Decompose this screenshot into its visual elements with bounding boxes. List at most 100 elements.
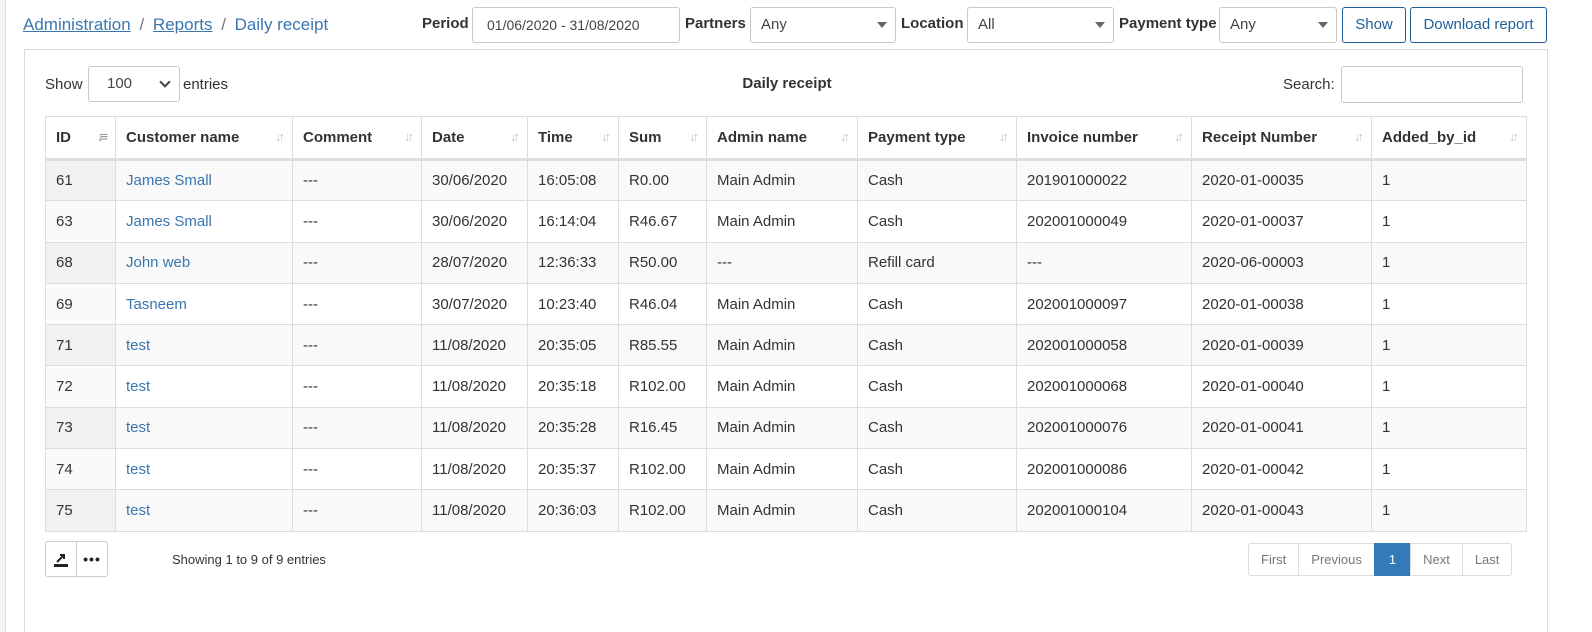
customer-name-link[interactable]: test [126,502,150,519]
column-header-admin-name[interactable]: Admin name ↓↑ [706,116,858,161]
download-report-button[interactable]: Download report [1410,7,1547,43]
cell-id: 71 [45,324,116,367]
pagination-last-button[interactable]: Last [1461,543,1513,576]
cell-receipt: 2020-01-00043 [1191,489,1372,532]
left-edge-strip [0,0,6,632]
customer-name-link[interactable]: Tasneem [126,296,187,313]
more-options-button[interactable]: ••• [76,541,108,577]
pagination-previous-button[interactable]: Previous [1298,543,1375,576]
column-header-id[interactable]: ID ↓≡ [45,116,116,161]
caret-down-icon [1095,22,1105,28]
cell-added-by: 1 [1371,282,1527,326]
cell-added-by: 1 [1371,406,1527,450]
cell-time: 20:35:37 [527,448,619,491]
column-header-receipt-number[interactable]: Receipt Number ↓↑ [1191,116,1372,161]
sort-icon: ↓↑ [510,129,520,144]
column-header-comment[interactable]: Comment ↓↑ [292,116,422,161]
cell-customer: test [115,406,293,450]
cell-admin: Main Admin [706,158,858,202]
table-row: 74 test --- 11/08/2020 20:35:37 R102.00 Main A… [45,448,1527,491]
export-icon [54,554,68,568]
location-select[interactable]: All [967,7,1114,43]
pagination: First Previous 1 Next Last [1248,543,1513,577]
column-header-date[interactable]: Date ↓↑ [421,116,528,161]
cell-date: 30/06/2020 [421,200,528,243]
export-button[interactable] [45,541,77,577]
column-header-label: Customer name [126,129,240,146]
cell-sum: R102.00 [618,448,707,491]
cell-invoice: 201901000022 [1016,158,1192,202]
search-input[interactable] [1341,66,1523,103]
column-header-invoice-number[interactable]: Invoice number ↓↑ [1016,116,1192,161]
period-input[interactable]: 01/06/2020 - 31/08/2020 [472,7,680,43]
breadcrumb-administration-link[interactable]: Administration [23,15,131,34]
customer-name-link[interactable]: James Small [126,172,212,189]
cell-comment: --- [292,365,422,408]
cell-comment: --- [292,282,422,326]
location-select-value: All [978,16,995,33]
cell-payment: Cash [857,489,1017,532]
column-header-customer-name[interactable]: Customer name ↓↑ [115,116,293,161]
column-header-label: Admin name [717,129,808,146]
partners-select[interactable]: Any [750,7,896,43]
payment-type-label: Payment type [1119,15,1217,32]
cell-invoice: 202001000068 [1016,365,1192,408]
cell-time: 16:14:04 [527,200,619,243]
cell-comment: --- [292,324,422,367]
cell-admin: Main Admin [706,489,858,532]
pagination-next-button[interactable]: Next [1410,543,1463,576]
cell-id: 61 [45,158,116,202]
cell-customer: Tasneem [115,282,293,326]
cell-invoice: --- [1016,241,1192,284]
cell-customer: James Small [115,158,293,202]
cell-receipt: 2020-01-00040 [1191,365,1372,408]
cell-receipt: 2020-01-00037 [1191,200,1372,243]
cell-invoice: 202001000097 [1016,282,1192,326]
cell-date: 11/08/2020 [421,448,528,491]
sort-icon: ↓↑ [275,129,285,144]
cell-customer: test [115,489,293,532]
cell-id: 75 [45,489,116,532]
customer-name-link[interactable]: test [126,378,150,395]
cell-invoice: 202001000058 [1016,324,1192,367]
pagination-1-page[interactable]: 1 [1373,543,1412,576]
cell-id: 69 [45,282,116,326]
breadcrumb-current: Daily receipt [234,15,329,34]
column-header-payment-type[interactable]: Payment type ↓↑ [857,116,1017,161]
customer-name-link[interactable]: test [126,337,150,354]
cell-time: 10:23:40 [527,282,619,326]
cell-comment: --- [292,448,422,491]
table-row: 75 test --- 11/08/2020 20:36:03 R102.00 Main A… [45,489,1527,532]
customer-name-link[interactable]: test [126,419,150,436]
table-row: 71 test --- 11/08/2020 20:35:05 R85.55 Main Ad… [45,324,1527,367]
cell-date: 30/06/2020 [421,158,528,202]
cell-id: 73 [45,406,116,450]
payment-type-select[interactable]: Any [1219,7,1337,43]
column-header-added-by-id[interactable]: Added_by_id ↓↑ [1371,116,1527,161]
customer-name-link[interactable]: John web [126,254,190,271]
column-header-label: Comment [303,129,373,146]
cell-time: 20:35:05 [527,324,619,367]
column-header-sum[interactable]: Sum ↓↑ [618,116,707,161]
breadcrumb-reports-link[interactable]: Reports [153,15,213,34]
cell-payment: Cash [857,200,1017,243]
cell-customer: John web [115,241,293,284]
cell-admin: Main Admin [706,324,858,367]
cell-receipt: 2020-01-00035 [1191,158,1372,202]
cell-receipt: 2020-01-00038 [1191,282,1372,326]
cell-time: 20:36:03 [527,489,619,532]
cell-invoice: 202001000049 [1016,200,1192,243]
cell-comment: --- [292,489,422,532]
showing-entries-info: Showing 1 to 9 of 9 entries [172,552,326,567]
show-button[interactable]: Show [1342,7,1406,43]
pagination-first-button[interactable]: First [1248,543,1300,576]
cell-receipt: 2020-01-00041 [1191,406,1372,450]
table-row: 63 James Small --- 30/06/2020 16:14:04 R46.67… [45,200,1527,243]
customer-name-link[interactable]: test [126,461,150,478]
cell-sum: R85.55 [618,324,707,367]
cell-admin: Main Admin [706,200,858,243]
cell-payment: Cash [857,158,1017,202]
sort-icon: ↓↑ [601,129,611,144]
customer-name-link[interactable]: James Small [126,213,212,230]
column-header-time[interactable]: Time ↓↑ [527,116,619,161]
